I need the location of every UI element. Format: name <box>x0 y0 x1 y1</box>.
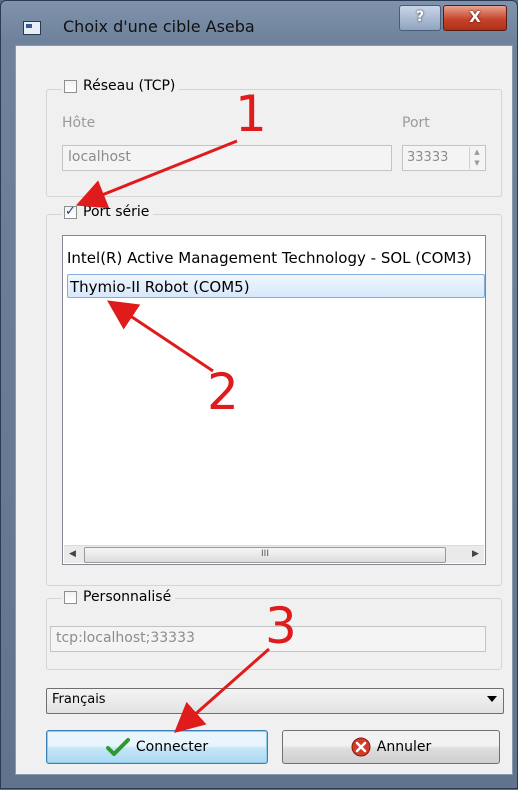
annotation-number-1: 1 <box>235 85 267 143</box>
dialog-window: Choix d'une cible Aseba ? X Réseau (TCP)… <box>0 0 518 789</box>
annotation-arrow-1 <box>75 139 238 209</box>
annotation-arrow-3 <box>174 647 270 733</box>
annotation-number-3: 3 <box>265 597 297 655</box>
annotation-arrow-2 <box>107 300 214 373</box>
annotation-number-2: 2 <box>207 363 239 421</box>
